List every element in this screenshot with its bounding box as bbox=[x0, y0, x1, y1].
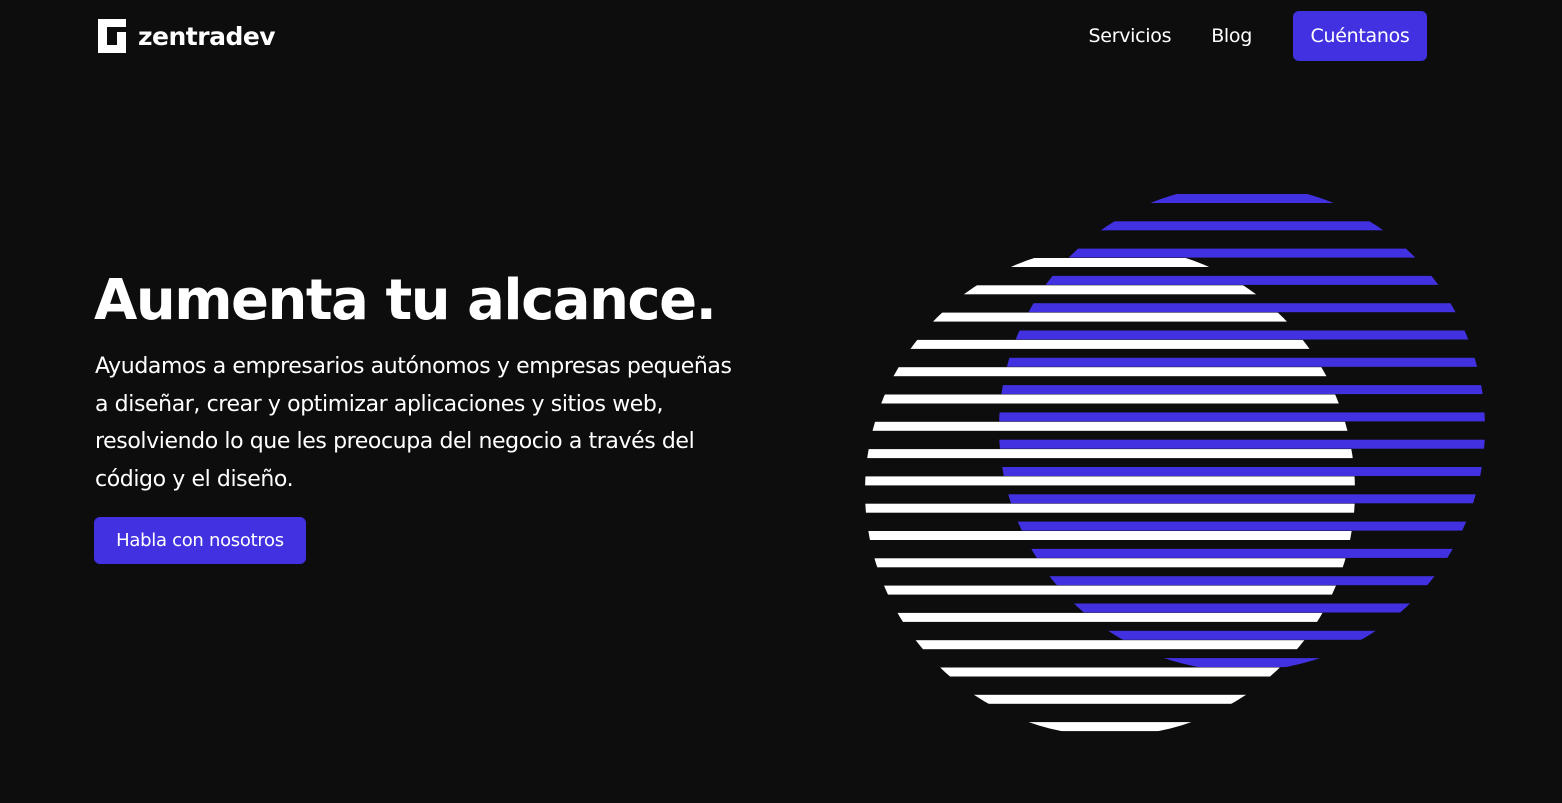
striped-circles-illustration bbox=[860, 194, 1500, 750]
brand-logo[interactable]: zentradev bbox=[98, 19, 276, 53]
white-stripe bbox=[865, 449, 1355, 459]
white-stripe bbox=[865, 285, 1355, 295]
blue-stripe bbox=[999, 494, 1485, 504]
blue-stripe bbox=[999, 221, 1485, 231]
zentradev-logo-icon bbox=[98, 19, 126, 53]
white-stripe bbox=[865, 258, 1355, 267]
blue-stripe bbox=[999, 521, 1485, 531]
white-stripe bbox=[865, 503, 1355, 513]
blue-stripe bbox=[999, 330, 1485, 340]
nav-link-blog[interactable]: Blog bbox=[1211, 25, 1252, 47]
brand-name: zentradev bbox=[138, 21, 276, 51]
blue-stripe bbox=[999, 603, 1485, 613]
blue-stripe bbox=[999, 548, 1485, 558]
blue-stripe bbox=[999, 658, 1485, 668]
white-stripe bbox=[865, 394, 1355, 404]
white-stripe bbox=[865, 585, 1355, 595]
white-stripe bbox=[865, 312, 1355, 322]
white-stripe bbox=[865, 421, 1355, 431]
white-stripe bbox=[865, 558, 1355, 568]
white-stripe bbox=[865, 339, 1355, 349]
blue-stripe bbox=[999, 248, 1485, 258]
white-stripe bbox=[860, 749, 1380, 750]
white-stripe bbox=[865, 612, 1355, 622]
blue-stripe bbox=[999, 303, 1485, 313]
main-nav: Servicios Blog Cuéntanos bbox=[1089, 11, 1427, 61]
blue-stripe bbox=[999, 385, 1485, 395]
white-stripe bbox=[865, 640, 1355, 650]
contact-button[interactable]: Cuéntanos bbox=[1293, 11, 1427, 61]
site-header: zentradev Servicios Blog Cuéntanos bbox=[0, 0, 1562, 76]
blue-stripe bbox=[999, 467, 1485, 476]
blue-stripe bbox=[999, 275, 1485, 285]
blue-stripe bbox=[999, 194, 1485, 203]
white-stripe bbox=[865, 531, 1355, 540]
white-stripe bbox=[865, 722, 1355, 732]
hero-title: Aumenta tu alcance. bbox=[94, 268, 717, 333]
blue-stripe bbox=[999, 412, 1485, 422]
nav-link-servicios[interactable]: Servicios bbox=[1089, 25, 1172, 47]
landing-page: zentradev Servicios Blog Cuéntanos Aumen… bbox=[0, 0, 1562, 803]
blue-stripe bbox=[960, 685, 1500, 694]
blue-stripe bbox=[999, 439, 1485, 449]
blue-stripe bbox=[999, 357, 1485, 367]
talk-to-us-button[interactable]: Habla con nosotros bbox=[94, 517, 306, 564]
white-stripe bbox=[865, 667, 1355, 677]
white-stripe bbox=[865, 694, 1355, 704]
blue-stripe bbox=[999, 630, 1485, 640]
white-stripe bbox=[865, 476, 1355, 486]
hero-description: Ayudamos a empresarios autónomos y empre… bbox=[95, 354, 732, 492]
blue-stripe bbox=[999, 576, 1485, 586]
white-stripe bbox=[865, 367, 1355, 377]
